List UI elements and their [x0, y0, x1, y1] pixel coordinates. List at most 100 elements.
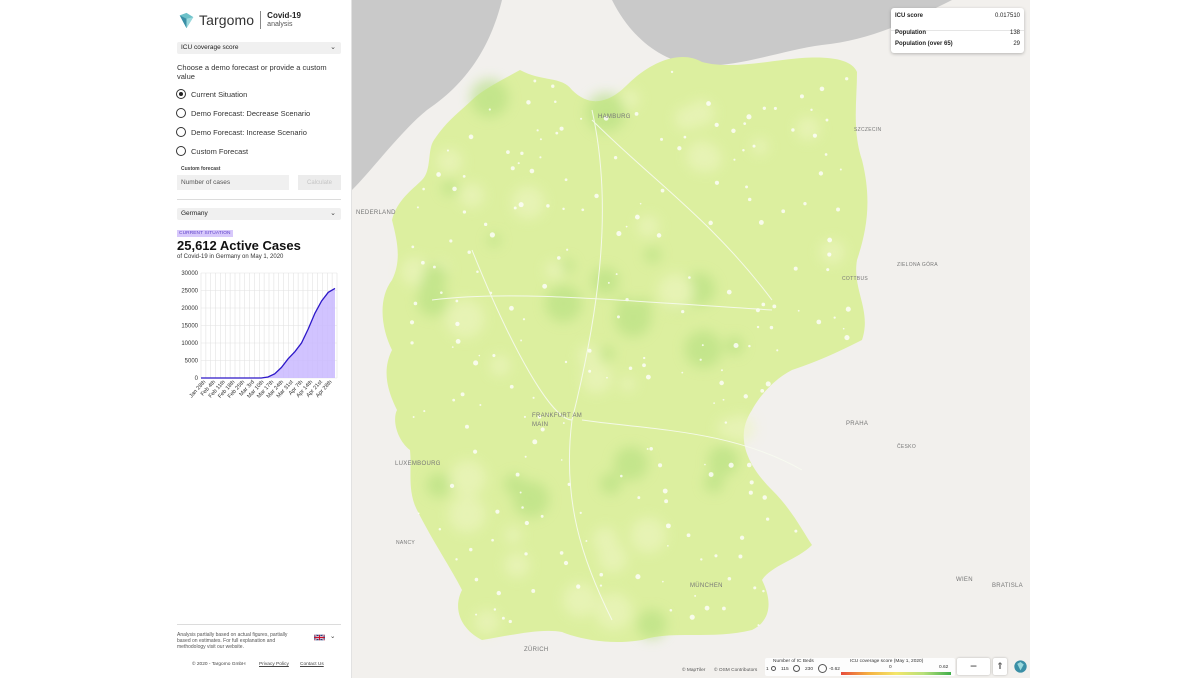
map-view[interactable]: HAMBURG FRANKFURT AM MAIN MÜNCHEN PRAHA …: [352, 0, 1030, 678]
hospital-marker: [433, 265, 436, 269]
hospital-marker: [818, 171, 824, 176]
density-blotch: [504, 552, 530, 578]
hospital-marker: [520, 339, 523, 342]
hospital-marker: [643, 356, 646, 360]
density-blotch: [418, 279, 437, 297]
radio-icon[interactable]: [176, 146, 186, 156]
hospital-marker: [670, 70, 674, 74]
hospital-marker: [689, 614, 695, 620]
hospital-marker: [694, 594, 697, 597]
hospital-marker: [649, 447, 653, 451]
hospital-marker: [533, 79, 537, 83]
hospital-marker: [772, 304, 777, 309]
hospital-marker: [681, 310, 685, 314]
chevron-down-icon[interactable]: ⌄: [330, 632, 335, 640]
map-legend: Number of IC Beds 1 115 230 ICU coverage…: [765, 658, 955, 676]
calculate-button[interactable]: Calculate: [298, 175, 341, 190]
y-tick-label: 15000: [181, 324, 198, 330]
region-select-value: Germany: [181, 210, 208, 217]
bed-size-icon: [793, 665, 800, 672]
city-label: BRATISLA: [992, 583, 1023, 589]
hospital-marker: [746, 114, 752, 120]
brand-name: Targomo: [199, 12, 255, 28]
hospital-marker: [411, 245, 415, 249]
hospital-marker: [599, 584, 603, 587]
hospital-marker: [743, 394, 748, 399]
radio-icon[interactable]: [176, 108, 186, 118]
radio-current-situation[interactable]: Current Situation: [176, 89, 247, 99]
hospital-marker: [581, 208, 585, 212]
hospital-marker: [585, 539, 588, 542]
hospital-marker: [524, 552, 528, 556]
hospital-marker: [455, 299, 459, 303]
compass-icon: ⇑: [996, 661, 1004, 671]
density-blotch: [637, 215, 660, 238]
hospital-marker: [803, 202, 807, 206]
privacy-policy-link[interactable]: Privacy Policy: [259, 662, 289, 667]
radio-increase-scenario[interactable]: Demo Forecast: Increase Scenario: [176, 127, 307, 137]
density-blotch: [599, 346, 615, 361]
hospital-marker: [539, 156, 542, 159]
city-label: FRANKFURT AM MAIN: [532, 413, 583, 428]
icu-score-value: 0.017510: [994, 13, 1020, 19]
hospital-marker: [845, 306, 851, 312]
hospital-marker: [410, 341, 414, 345]
radio-icon[interactable]: [176, 127, 186, 137]
radio-decrease-scenario[interactable]: Demo Forecast: Decrease Scenario: [176, 108, 310, 118]
hospital-marker: [588, 369, 592, 373]
hospital-marker: [449, 483, 455, 489]
zoom-in-button[interactable]: +: [966, 674, 981, 678]
custom-forecast-input[interactable]: [177, 175, 289, 190]
density-blotch: [459, 183, 485, 208]
radio-checked-icon[interactable]: [176, 89, 186, 99]
hospital-marker: [539, 138, 542, 141]
hospital-marker: [700, 558, 703, 561]
targomo-logo-icon: [179, 12, 194, 28]
maptiler-attribution[interactable]: © MapTiler: [682, 668, 705, 673]
zoom-out-button[interactable]: −: [966, 658, 981, 674]
hospital-marker: [662, 580, 664, 583]
hospital-marker: [522, 318, 526, 321]
hospital-marker: [791, 128, 795, 132]
hospital-marker: [613, 156, 618, 160]
region-select[interactable]: Germany ⌄: [177, 208, 341, 220]
hospital-marker: [489, 232, 495, 238]
hospital-marker: [704, 463, 706, 466]
beds-value: 1: [766, 667, 769, 672]
hospital-marker: [413, 301, 418, 306]
hospital-marker: [515, 472, 520, 477]
hospital-marker: [733, 342, 739, 349]
contact-link[interactable]: Contact Us: [300, 662, 324, 667]
metric-select[interactable]: ICU coverage score ⌄: [177, 42, 341, 54]
hospital-marker: [412, 415, 415, 418]
hospital-marker: [714, 554, 718, 558]
hospital-marker: [594, 193, 599, 199]
hospital-marker: [469, 547, 473, 552]
radio-label: Demo Forecast: Increase Scenario: [191, 127, 307, 137]
osm-attribution[interactable]: © OSM Contributors: [714, 668, 757, 673]
score-legend-title: ICU coverage score (May 1, 2020): [850, 659, 924, 664]
targomo-map-logo[interactable]: [1013, 658, 1027, 675]
hospital-marker: [452, 186, 457, 192]
hospital-marker: [748, 344, 751, 348]
hospital-marker: [762, 495, 767, 500]
hospital-marker: [409, 320, 415, 325]
zoom-controls: − +: [957, 658, 990, 678]
compass-button[interactable]: ⇑: [993, 658, 1007, 675]
hospital-marker: [762, 106, 766, 110]
city-label: LUXEMBOURG: [395, 461, 441, 467]
hospital-marker: [606, 376, 608, 379]
hospital-marker: [635, 574, 641, 580]
bed-size-icon: [771, 666, 776, 671]
city-label: PRAHA: [846, 421, 869, 427]
hospital-marker: [478, 354, 481, 357]
hospital-marker: [523, 415, 526, 418]
hospital-marker: [473, 360, 479, 366]
uk-flag-icon[interactable]: [314, 634, 325, 641]
map-canvas[interactable]: [352, 0, 1030, 678]
radio-custom-forecast[interactable]: Custom Forecast: [176, 146, 248, 156]
hospital-marker: [664, 499, 669, 504]
custom-forecast-label: Custom forecast: [181, 166, 221, 172]
hospital-marker: [599, 572, 604, 577]
hospital-marker: [765, 517, 770, 521]
